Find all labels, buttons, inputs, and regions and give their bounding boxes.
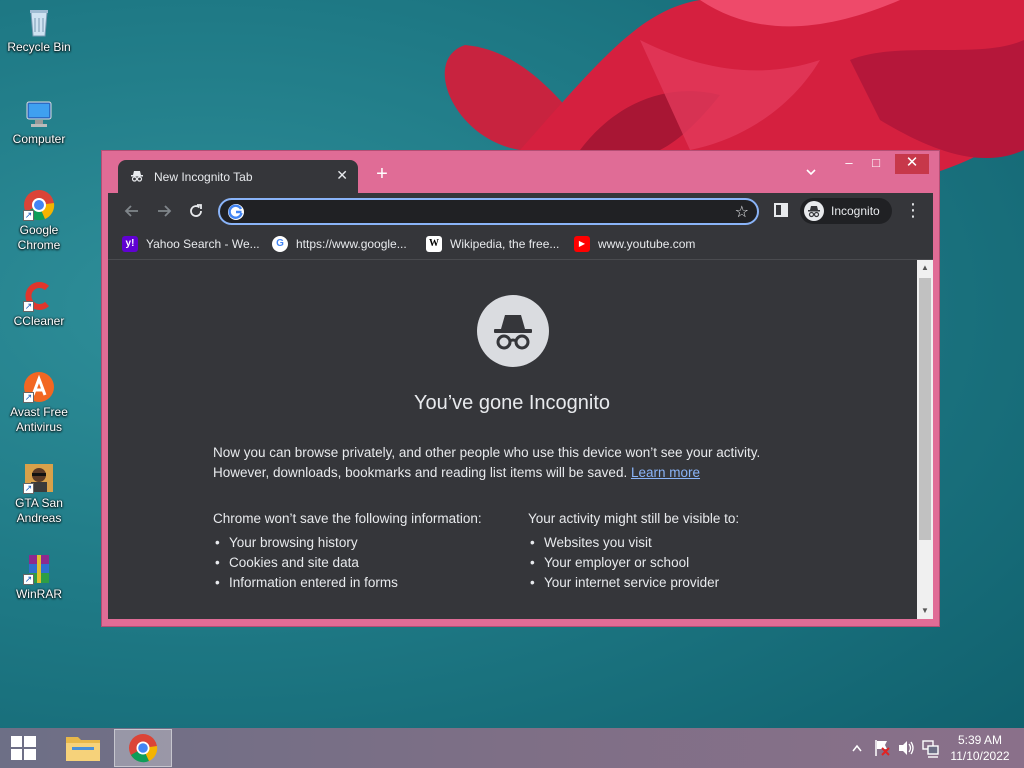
- desktop-icon-label: WinRAR: [15, 587, 62, 601]
- list-item: Cookies and site data: [213, 553, 513, 573]
- bookmarks-bar: y! Yahoo Search - We... Ghttps://www.goog…: [108, 229, 933, 260]
- desktop-icon-avast[interactable]: ↗ Avast Free Antivirus: [2, 371, 76, 435]
- bookmark-youtube[interactable]: ▶ www.youtube.com: [574, 235, 695, 255]
- volume-icon[interactable]: [896, 728, 916, 768]
- address-bar[interactable]: ☆: [218, 198, 759, 225]
- bookmark-google[interactable]: Ghttps://www.google...: [272, 235, 407, 255]
- windows-logo-icon: [11, 736, 36, 760]
- scroll-down-icon[interactable]: ▼: [917, 603, 933, 619]
- desktop-icon-ccleaner[interactable]: ↗ CCleaner: [2, 280, 76, 329]
- taskbar-chrome[interactable]: [114, 729, 172, 767]
- tab-new-incognito[interactable]: New Incognito Tab ✕: [118, 160, 358, 193]
- desktop-icon-label: GTA San Andreas: [15, 496, 63, 525]
- list-item: Your employer or school: [528, 553, 828, 573]
- tab-close-icon[interactable]: ✕: [336, 167, 348, 184]
- list-item: Your browsing history: [213, 533, 513, 553]
- youtube-icon: ▶: [574, 235, 590, 252]
- still-visible-section: Your activity might still be visible to:…: [528, 509, 828, 593]
- tab-search-chevron-icon[interactable]: [802, 165, 820, 183]
- action-center-flag-icon[interactable]: [872, 728, 892, 768]
- shortcut-arrow-icon: ↗: [23, 574, 34, 585]
- incognito-large-icon: [477, 295, 549, 367]
- wont-save-heading: Chrome won’t save the following informat…: [213, 511, 482, 526]
- still-visible-heading: Your activity might still be visible to:: [528, 511, 740, 526]
- shortcut-arrow-icon: ↗: [23, 392, 34, 403]
- clock-date: 11/10/2022: [950, 749, 1010, 763]
- desktop-icon-label: Google Chrome: [17, 223, 61, 252]
- bookmark-yahoo[interactable]: y! Yahoo Search - We...: [122, 235, 260, 255]
- bookmark-star-icon[interactable]: ☆: [735, 202, 749, 222]
- yahoo-icon: y!: [122, 235, 138, 252]
- desktop-icon-label: Computer: [12, 132, 66, 146]
- scroll-up-icon[interactable]: ▲: [917, 260, 933, 276]
- google-icon: G: [272, 235, 288, 252]
- avast-icon: ↗: [23, 371, 55, 403]
- clock-time: 5:39 AM: [957, 733, 1003, 747]
- maximize-button[interactable]: □: [866, 154, 886, 174]
- list-item: Websites you visit: [528, 533, 828, 553]
- profile-label: Incognito: [831, 204, 880, 218]
- address-input[interactable]: [248, 202, 718, 222]
- taskbar-file-explorer[interactable]: [54, 729, 112, 767]
- folder-icon: [66, 737, 100, 761]
- page-scrollbar[interactable]: ▲ ▼: [917, 260, 933, 619]
- desktop-icon-winrar[interactable]: ↗ WinRAR: [2, 553, 76, 602]
- desktop-icon-google-chrome[interactable]: ↗ Google Chrome: [2, 189, 76, 253]
- winrar-icon: ↗: [23, 553, 55, 585]
- incognito-profile-button[interactable]: Incognito: [800, 198, 892, 224]
- intro-paragraph: Now you can browse privately, and other …: [213, 445, 761, 480]
- desktop-icon-recycle-bin[interactable]: Recycle Bin: [2, 6, 76, 55]
- shortcut-arrow-icon: ↗: [23, 301, 34, 312]
- wikipedia-icon: W: [426, 235, 442, 252]
- page-title: You’ve gone Incognito: [413, 392, 611, 414]
- chrome-window: New Incognito Tab ✕ + – □ ✕ ☆ Incognito …: [101, 150, 940, 627]
- learn-more-link[interactable]: Learn more: [631, 465, 700, 480]
- reload-icon[interactable]: [186, 201, 206, 221]
- list-item: Your internet service provider: [528, 573, 828, 593]
- taskbar: 5:39 AM 11/10/2022: [0, 728, 1024, 768]
- incognito-tab-icon: [130, 169, 144, 183]
- chrome-icon: [129, 734, 158, 763]
- desktop-icon-gta-san-andreas[interactable]: ↗ GTA San Andreas: [2, 462, 76, 526]
- desktop-icon-computer[interactable]: Computer: [2, 98, 76, 147]
- close-window-button[interactable]: ✕: [895, 154, 929, 174]
- bookmark-wikipedia[interactable]: W Wikipedia, the free...: [426, 235, 559, 255]
- wont-save-section: Chrome won’t save the following informat…: [213, 509, 513, 593]
- desktop-icon-label: Avast Free Antivirus: [10, 405, 68, 434]
- forward-arrow-icon[interactable]: [154, 201, 174, 221]
- chrome-icon: ↗: [23, 189, 55, 221]
- new-tab-button[interactable]: +: [370, 163, 394, 187]
- computer-icon: [23, 98, 55, 130]
- side-panel-icon[interactable]: [774, 203, 788, 217]
- start-button[interactable]: [0, 728, 48, 768]
- incognito-page: You’ve gone Incognito Now you can browse…: [108, 260, 933, 619]
- title-bar[interactable]: New Incognito Tab ✕ + – □ ✕: [102, 151, 939, 193]
- list-item: Information entered in forms: [213, 573, 513, 593]
- minimize-button[interactable]: –: [839, 154, 859, 174]
- ccleaner-icon: ↗: [23, 280, 55, 312]
- more-menu-icon[interactable]: ⋮: [904, 200, 922, 222]
- recycle-bin-icon: [23, 6, 55, 38]
- google-g-icon: [228, 204, 244, 220]
- incognito-icon: [804, 201, 824, 221]
- shortcut-arrow-icon: ↗: [23, 210, 34, 221]
- scroll-thumb[interactable]: [919, 278, 931, 540]
- browser-toolbar: ☆ Incognito ⋮: [108, 193, 933, 229]
- desktop-icon-label: Recycle Bin: [7, 40, 71, 54]
- system-clock[interactable]: 5:39 AM 11/10/2022: [938, 732, 1022, 764]
- back-arrow-icon[interactable]: [122, 201, 142, 221]
- desktop-icon-label: CCleaner: [13, 314, 65, 328]
- gta-icon: ↗: [23, 462, 55, 494]
- tab-title: New Incognito Tab: [154, 170, 253, 184]
- shortcut-arrow-icon: ↗: [23, 483, 34, 494]
- network-icon[interactable]: [920, 728, 940, 768]
- show-hidden-icons[interactable]: [850, 728, 864, 768]
